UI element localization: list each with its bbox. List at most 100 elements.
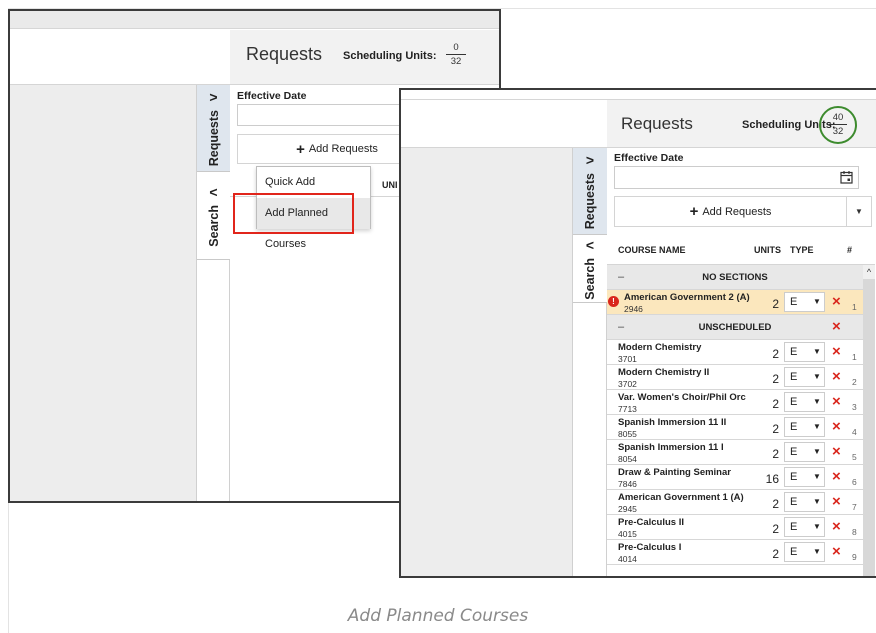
type-select[interactable]: E ▼ xyxy=(784,542,825,562)
course-code: 2946 xyxy=(624,304,643,314)
front-window: > Requests < Search Requests Scheduling … xyxy=(399,88,876,578)
chevron-down-icon: ▼ xyxy=(813,397,821,406)
type-value: E xyxy=(790,471,798,483)
column-units[interactable]: UNITS xyxy=(754,245,781,255)
delete-icon[interactable]: × xyxy=(832,494,841,509)
course-name: Pre-Calculus II xyxy=(618,517,684,528)
course-code: 8054 xyxy=(618,454,637,464)
group-title: UNSCHEDULED xyxy=(698,322,772,333)
table-row[interactable]: Modern Chemistry 3701 2 E ▼ × 1 xyxy=(607,340,863,365)
course-code: 3701 xyxy=(618,354,637,364)
table-row[interactable]: Spanish Immersion 11 II 8055 2 E ▼ × 4 xyxy=(607,415,863,440)
scheduling-units-value: 40 32 xyxy=(829,112,847,137)
table-row[interactable]: Pre-Calculus I 4014 2 E ▼ × 9 xyxy=(607,540,863,565)
tab-requests[interactable]: > Requests xyxy=(573,148,607,235)
requests-panel-body: Effective Date + Add Requests ▼ COURSE N… xyxy=(607,148,876,576)
column-type[interactable]: TYPE xyxy=(790,245,814,255)
chevron-right-icon: > xyxy=(209,88,218,105)
plus-icon: + xyxy=(689,203,699,220)
add-requests-button[interactable]: + Add Requests xyxy=(615,197,846,226)
page-title: Requests xyxy=(246,44,323,64)
delete-icon[interactable]: × xyxy=(832,394,841,409)
screenshot-stage: > Requests < Search Requests Scheduling … xyxy=(0,0,876,633)
delete-icon[interactable]: × xyxy=(832,419,841,434)
calendar-icon[interactable] xyxy=(840,170,853,184)
chevron-down-icon: ▼ xyxy=(813,372,821,381)
type-select[interactable]: E ▼ xyxy=(784,292,825,312)
row-index: 5 xyxy=(852,452,857,462)
delete-icon[interactable]: × xyxy=(832,519,841,534)
tab-search[interactable]: < Search xyxy=(197,172,230,260)
delete-icon[interactable]: × xyxy=(832,344,841,359)
table-row[interactable]: Spanish Immersion 11 I 8054 2 E ▼ × 5 xyxy=(607,440,863,465)
tab-requests[interactable]: > Requests xyxy=(197,85,230,172)
units-column-header: UNI xyxy=(382,180,398,190)
type-select[interactable]: E ▼ xyxy=(784,442,825,462)
tab-search-label: Search xyxy=(206,204,221,247)
type-select[interactable]: E ▼ xyxy=(784,367,825,387)
group-header-unscheduled[interactable]: – UNSCHEDULED × xyxy=(607,315,863,340)
table-row[interactable]: ! American Government 2 (A) 2946 2 E ▼ ×… xyxy=(607,290,863,315)
course-name: Draw & Painting Seminar xyxy=(618,467,731,478)
table-header: COURSE NAME UNITS TYPE # xyxy=(607,234,875,265)
chevron-down-icon: ▼ xyxy=(813,522,821,531)
highlight-box xyxy=(233,193,354,234)
chevron-down-icon: ▼ xyxy=(813,447,821,456)
type-select[interactable]: E ▼ xyxy=(784,342,825,362)
table-row[interactable]: Pre-Calculus II 4015 2 E ▼ × 8 xyxy=(607,515,863,540)
type-select[interactable]: E ▼ xyxy=(784,392,825,412)
scheduling-units-numerator: 40 xyxy=(829,112,847,125)
course-name: Modern Chemistry II xyxy=(618,367,710,378)
window-top-bar xyxy=(10,11,499,29)
scheduling-units-denominator: 32 xyxy=(832,126,844,137)
delete-icon[interactable]: × xyxy=(832,544,841,559)
group-header-no-sections[interactable]: – NO SECTIONS xyxy=(607,265,863,290)
scheduling-units-numerator: 0 xyxy=(446,42,466,55)
scrollbar[interactable]: ^ xyxy=(863,265,875,576)
type-select[interactable]: E ▼ xyxy=(784,417,825,437)
type-value: E xyxy=(790,371,798,383)
vertical-tab-strip: > Requests < Search xyxy=(572,148,607,576)
vertical-tab-strip: > Requests < Search xyxy=(196,85,230,501)
alert-icon: ! xyxy=(608,296,619,307)
scroll-up-icon[interactable]: ^ xyxy=(863,265,875,279)
course-code: 2945 xyxy=(618,504,637,514)
left-panel-body xyxy=(10,85,196,501)
add-requests-label: Add Requests xyxy=(702,205,772,218)
type-select[interactable]: E ▼ xyxy=(784,467,825,487)
delete-icon[interactable]: × xyxy=(832,294,841,309)
type-value: E xyxy=(790,346,798,358)
course-name: American Government 1 (A) xyxy=(618,492,744,503)
chevron-left-icon: < xyxy=(585,236,595,253)
delete-icon[interactable]: × xyxy=(832,469,841,484)
chevron-down-icon[interactable]: ▼ xyxy=(846,197,871,226)
delete-icon[interactable]: × xyxy=(832,319,841,334)
row-index: 3 xyxy=(852,402,857,412)
add-requests-label: Add Requests xyxy=(308,143,378,155)
scheduling-units-denominator: 32 xyxy=(450,56,462,67)
course-name: Pre-Calculus I xyxy=(618,542,682,553)
tab-search[interactable]: < Search xyxy=(573,235,607,303)
chevron-down-icon: ▼ xyxy=(813,472,821,481)
delete-icon[interactable]: × xyxy=(832,444,841,459)
chevron-down-icon: ▼ xyxy=(813,297,821,306)
row-index: 6 xyxy=(852,477,857,487)
tab-search-label: Search xyxy=(583,257,597,300)
table-row[interactable]: Modern Chemistry II 3702 2 E ▼ × 2 xyxy=(607,365,863,390)
plus-icon: + xyxy=(296,140,305,158)
course-code: 4014 xyxy=(618,554,637,564)
type-select[interactable]: E ▼ xyxy=(784,517,825,537)
course-units: 2 xyxy=(772,422,779,436)
delete-icon[interactable]: × xyxy=(832,369,841,384)
left-panel-header xyxy=(10,30,230,85)
add-requests-split-button: + Add Requests ▼ xyxy=(614,196,872,227)
table-row[interactable]: Draw & Painting Seminar 7846 16 E ▼ × 6 xyxy=(607,465,863,490)
column-course-name[interactable]: COURSE NAME xyxy=(618,245,686,255)
type-select[interactable]: E ▼ xyxy=(784,492,825,512)
table-row[interactable]: American Government 1 (A) 2945 2 E ▼ × 7 xyxy=(607,490,863,515)
course-code: 4015 xyxy=(618,529,637,539)
effective-date-input[interactable] xyxy=(614,166,859,189)
row-index: 1 xyxy=(852,352,857,362)
table-row[interactable]: Var. Women's Choir/Phil Orch I 7713 2 E ▼ × 3 xyxy=(607,390,863,415)
chevron-right-icon: > xyxy=(585,151,595,168)
